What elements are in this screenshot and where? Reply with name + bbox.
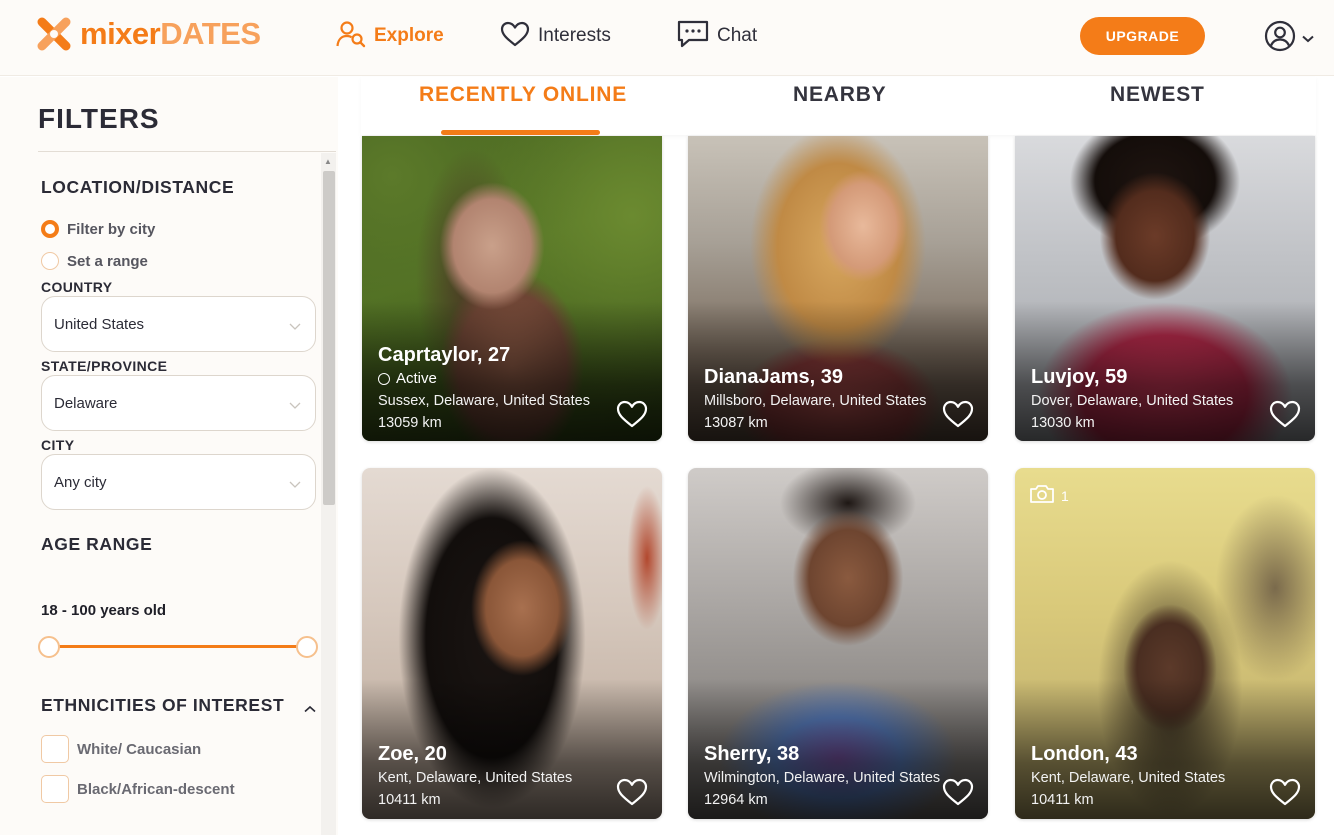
checkbox-icon [41,775,69,803]
radio-filter-by-city-label: Filter by city [67,220,156,238]
profile-location: Millsboro, Delaware, United States [704,393,927,409]
profile-location: Kent, Delaware, United States [378,770,573,786]
profile-name: DianaJams, 39 [704,366,843,388]
radio-set-range[interactable]: Set a range [41,252,148,270]
filters-sidebar: FILTERS ▲ LOCATION/DISTANCE Filter by ci… [0,77,338,835]
like-heart-icon[interactable] [616,778,648,811]
like-heart-icon[interactable] [1269,400,1301,433]
like-heart-icon[interactable] [942,778,974,811]
upgrade-button[interactable]: UPGRADE [1080,17,1205,55]
profile-card[interactable]: DianaJams, 39 Millsboro, Delaware, Unite… [688,136,988,441]
tab-recently-online[interactable]: RECENTLY ONLINE [419,83,627,107]
brand-name: mixerDATES [80,16,261,52]
heart-icon [500,21,530,52]
nav-interests-label: Interests [538,25,611,46]
age-slider-track[interactable] [52,645,307,648]
chevron-down-icon [1302,30,1314,48]
radio-set-range-label: Set a range [67,252,148,270]
profile-card[interactable]: Luvjoy, 59 Dover, Delaware, United State… [1015,136,1315,441]
country-label: COUNTRY [41,279,113,295]
profile-name: Caprtaylor, 27 [378,344,511,366]
browse-tabs: RECENTLY ONLINE NEARBY NEWEST [361,77,1316,135]
camera-icon [1029,484,1055,507]
top-header: mixerDATES Explore Interests Chat UPGRAD… [0,0,1334,76]
profile-name: Luvjoy, 59 [1031,366,1128,388]
radio-selected-icon [41,220,59,238]
nav-explore[interactable]: Explore [336,18,444,54]
logo-mark-icon [36,16,72,52]
radio-unselected-icon [41,252,59,270]
status-circle-icon [378,372,390,385]
nav-chat[interactable]: Chat [677,18,757,54]
brand-name-part-b: DATES [160,16,261,51]
age-slider-min-handle[interactable] [38,636,60,658]
chevron-down-icon [289,397,301,414]
age-range-value: 18 - 100 years old [41,602,167,619]
profile-name: Zoe, 20 [378,743,447,765]
ethnicity-option-label: Black/African-descent [77,780,235,798]
like-heart-icon[interactable] [942,400,974,433]
filters-divider [38,151,336,152]
location-section-title: LOCATION/DISTANCE [41,177,235,197]
state-select-value: Delaware [54,394,118,412]
age-section-title: AGE RANGE [41,534,153,554]
sidebar-scrollbar-thumb[interactable] [323,171,335,505]
scroll-up-arrow-icon[interactable]: ▲ [324,157,332,166]
age-slider-max-handle[interactable] [296,636,318,658]
profile-name: Sherry, 38 [704,743,800,765]
tab-nearby[interactable]: NEARBY [793,83,886,107]
tab-newest[interactable]: NEWEST [1110,83,1205,107]
ethnicities-section-title: ETHNICITIES OF INTEREST [41,695,285,715]
profile-location: Wilmington, Delaware, United States [704,770,941,786]
filters-title: FILTERS [38,103,160,134]
photo-count-value: 1 [1061,487,1069,504]
radio-filter-by-city[interactable]: Filter by city [41,220,155,238]
city-select[interactable]: Any city [41,454,316,510]
nav-chat-label: Chat [717,25,758,46]
nav-interests[interactable]: Interests [500,18,611,54]
profile-location: Sussex, Delaware, United States [378,393,590,409]
country-select[interactable]: United States [41,296,316,352]
photo-count-badge: 1 [1029,484,1069,507]
like-heart-icon[interactable] [616,400,648,433]
account-menu[interactable] [1264,20,1314,57]
profile-distance: 10411 km [1031,792,1094,808]
profile-status: Active [378,370,437,387]
profile-card[interactable]: Caprtaylor, 27 Active Sussex, Delaware, … [362,136,662,441]
profile-distance: 13087 km [704,415,768,431]
profile-card[interactable]: 1 London, 43 Kent, Delaware, United Stat… [1015,468,1315,819]
chevron-down-icon [289,318,301,335]
country-select-value: United States [54,315,145,333]
nav-explore-label: Explore [374,25,444,46]
profile-distance: 13030 km [1031,415,1095,431]
state-select[interactable]: Delaware [41,375,316,431]
profile-name: London, 43 [1031,743,1138,765]
profile-card[interactable]: Zoe, 20 Kent, Delaware, United States 10… [362,468,662,819]
ethnicity-option-white[interactable]: White/ Caucasian [41,735,201,763]
chevron-down-icon [289,476,301,493]
profile-status-label: Active [396,370,437,387]
active-tab-indicator [441,130,600,135]
profile-distance: 13059 km [378,415,442,431]
like-heart-icon[interactable] [1269,778,1301,811]
profile-distance: 12964 km [704,792,768,808]
city-select-value: Any city [54,473,107,491]
chevron-up-icon[interactable] [304,700,316,718]
profile-location: Dover, Delaware, United States [1031,393,1234,409]
profile-card[interactable]: Sherry, 38 Wilmington, Delaware, United … [688,468,988,819]
city-label: CITY [41,437,75,453]
state-label: STATE/PROVINCE [41,358,168,374]
explore-icon [336,20,366,53]
chat-icon [677,19,709,54]
ethnicity-option-black[interactable]: Black/African-descent [41,775,235,803]
profile-location: Kent, Delaware, United States [1031,770,1226,786]
ethnicity-option-label: White/ Caucasian [77,740,202,758]
profile-distance: 10411 km [378,792,441,808]
brand-name-part-a: mixer [80,16,161,51]
brand-logo[interactable]: mixerDATES [36,16,261,52]
checkbox-icon [41,735,69,763]
user-avatar-icon [1264,20,1296,57]
